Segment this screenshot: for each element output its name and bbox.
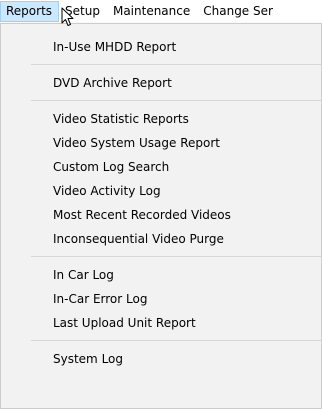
menu-separator	[31, 64, 321, 65]
menu-item-video-statistic-reports[interactable]: Video Statistic Reports	[1, 107, 321, 131]
menu-setup[interactable]: Setup	[59, 1, 107, 22]
menu-item-video-system-usage-report[interactable]: Video System Usage Report	[1, 131, 321, 155]
menu-item-dvd-archive-report[interactable]: DVD Archive Report	[1, 71, 321, 95]
menu-group-mhdd: In-Use MHDD Report	[1, 35, 321, 59]
menu-item-last-upload-unit-report[interactable]: Last Upload Unit Report	[1, 311, 321, 335]
menu-item-system-log[interactable]: System Log	[1, 347, 321, 371]
menu-group-video: Video Statistic Reports Video System Usa…	[1, 107, 321, 251]
menu-separator	[31, 256, 321, 257]
menu-item-inconsequential-video-purge[interactable]: Inconsequential Video Purge	[1, 227, 321, 251]
menu-group-system: System Log	[1, 347, 321, 371]
reports-dropdown-menu: In-Use MHDD Report DVD Archive Report Vi…	[0, 23, 322, 409]
menu-item-video-activity-log[interactable]: Video Activity Log	[1, 179, 321, 203]
menu-change-ser[interactable]: Change Ser	[197, 1, 280, 22]
menu-item-custom-log-search[interactable]: Custom Log Search	[1, 155, 321, 179]
menu-item-in-use-mhdd-report[interactable]: In-Use MHDD Report	[1, 35, 321, 59]
menu-maintenance[interactable]: Maintenance	[107, 1, 197, 22]
menu-group-car: In Car Log In-Car Error Log Last Upload …	[1, 263, 321, 335]
menu-item-in-car-error-log[interactable]: In-Car Error Log	[1, 287, 321, 311]
menu-group-dvd: DVD Archive Report	[1, 71, 321, 95]
menu-reports[interactable]: Reports	[0, 1, 60, 22]
menu-separator	[31, 100, 321, 101]
menu-item-in-car-log[interactable]: In Car Log	[1, 263, 321, 287]
menu-bar: Reports Setup Maintenance Change Ser	[0, 0, 322, 23]
menu-separator	[31, 340, 321, 341]
menu-item-most-recent-recorded-videos[interactable]: Most Recent Recorded Videos	[1, 203, 321, 227]
